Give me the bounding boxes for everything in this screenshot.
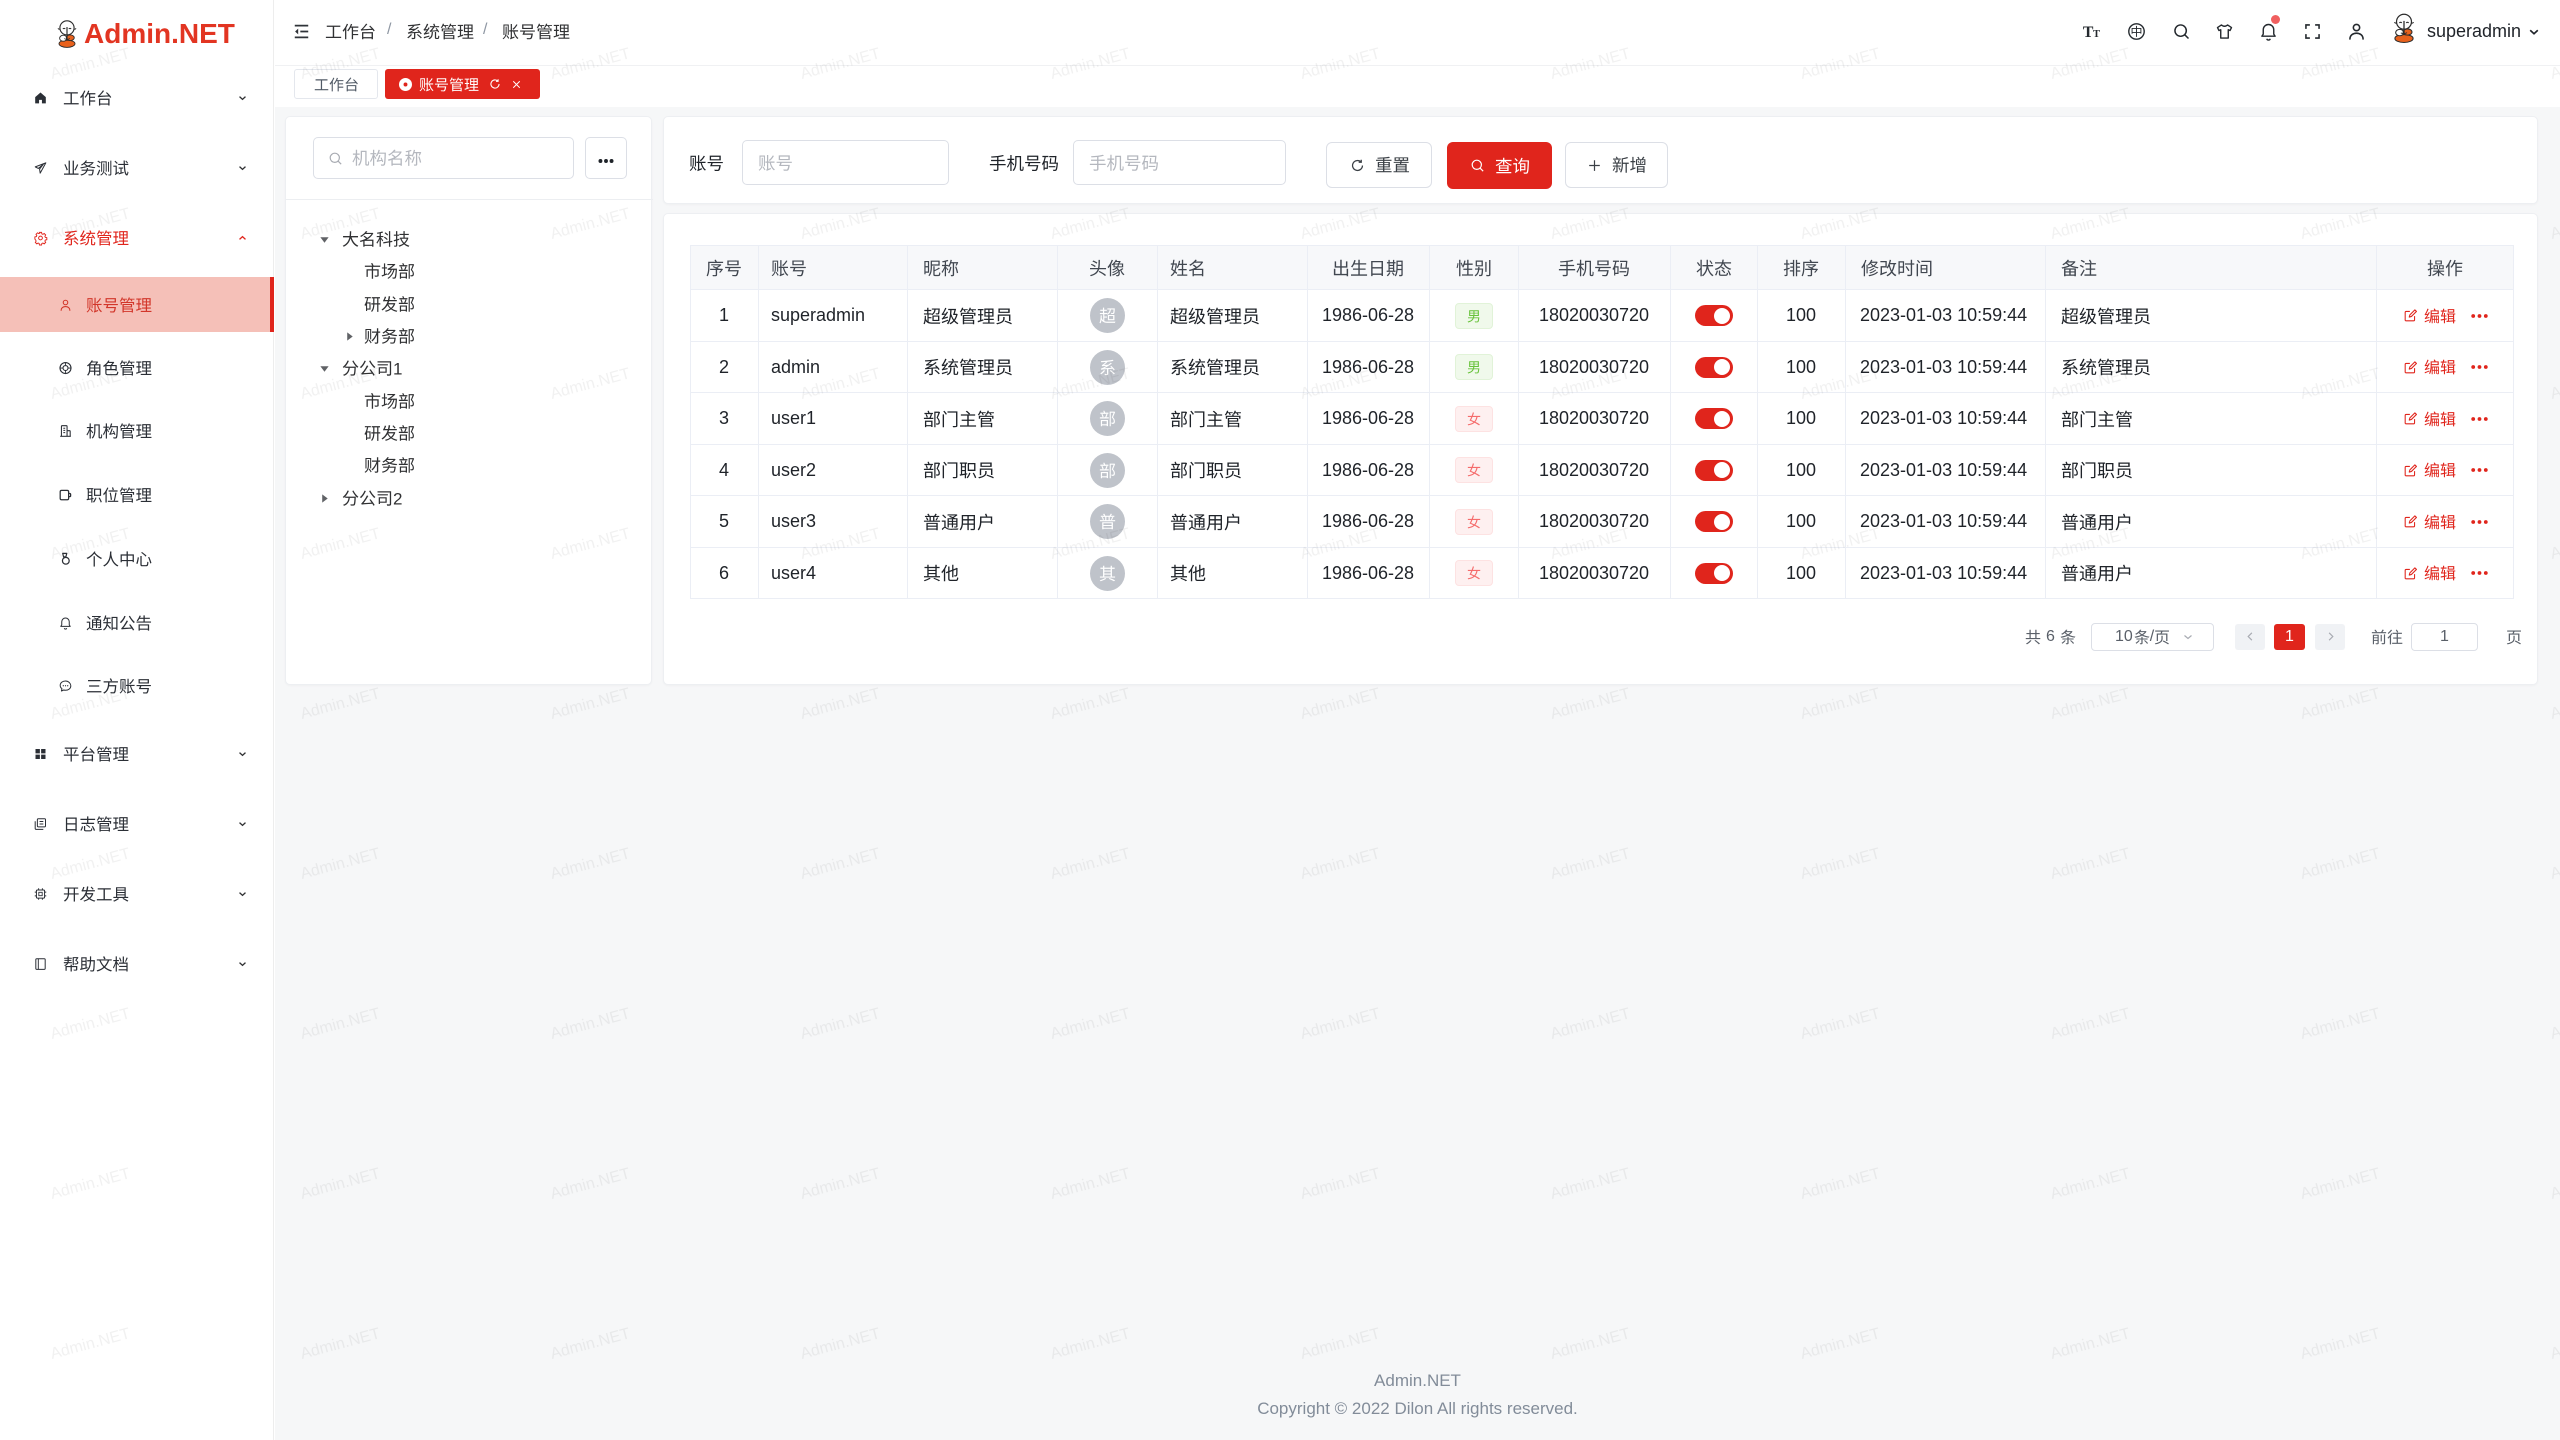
svg-text:2: 2: [393, 490, 402, 507]
svg-text:T: T: [2093, 29, 2100, 40]
svg-text:1: 1: [393, 360, 402, 377]
